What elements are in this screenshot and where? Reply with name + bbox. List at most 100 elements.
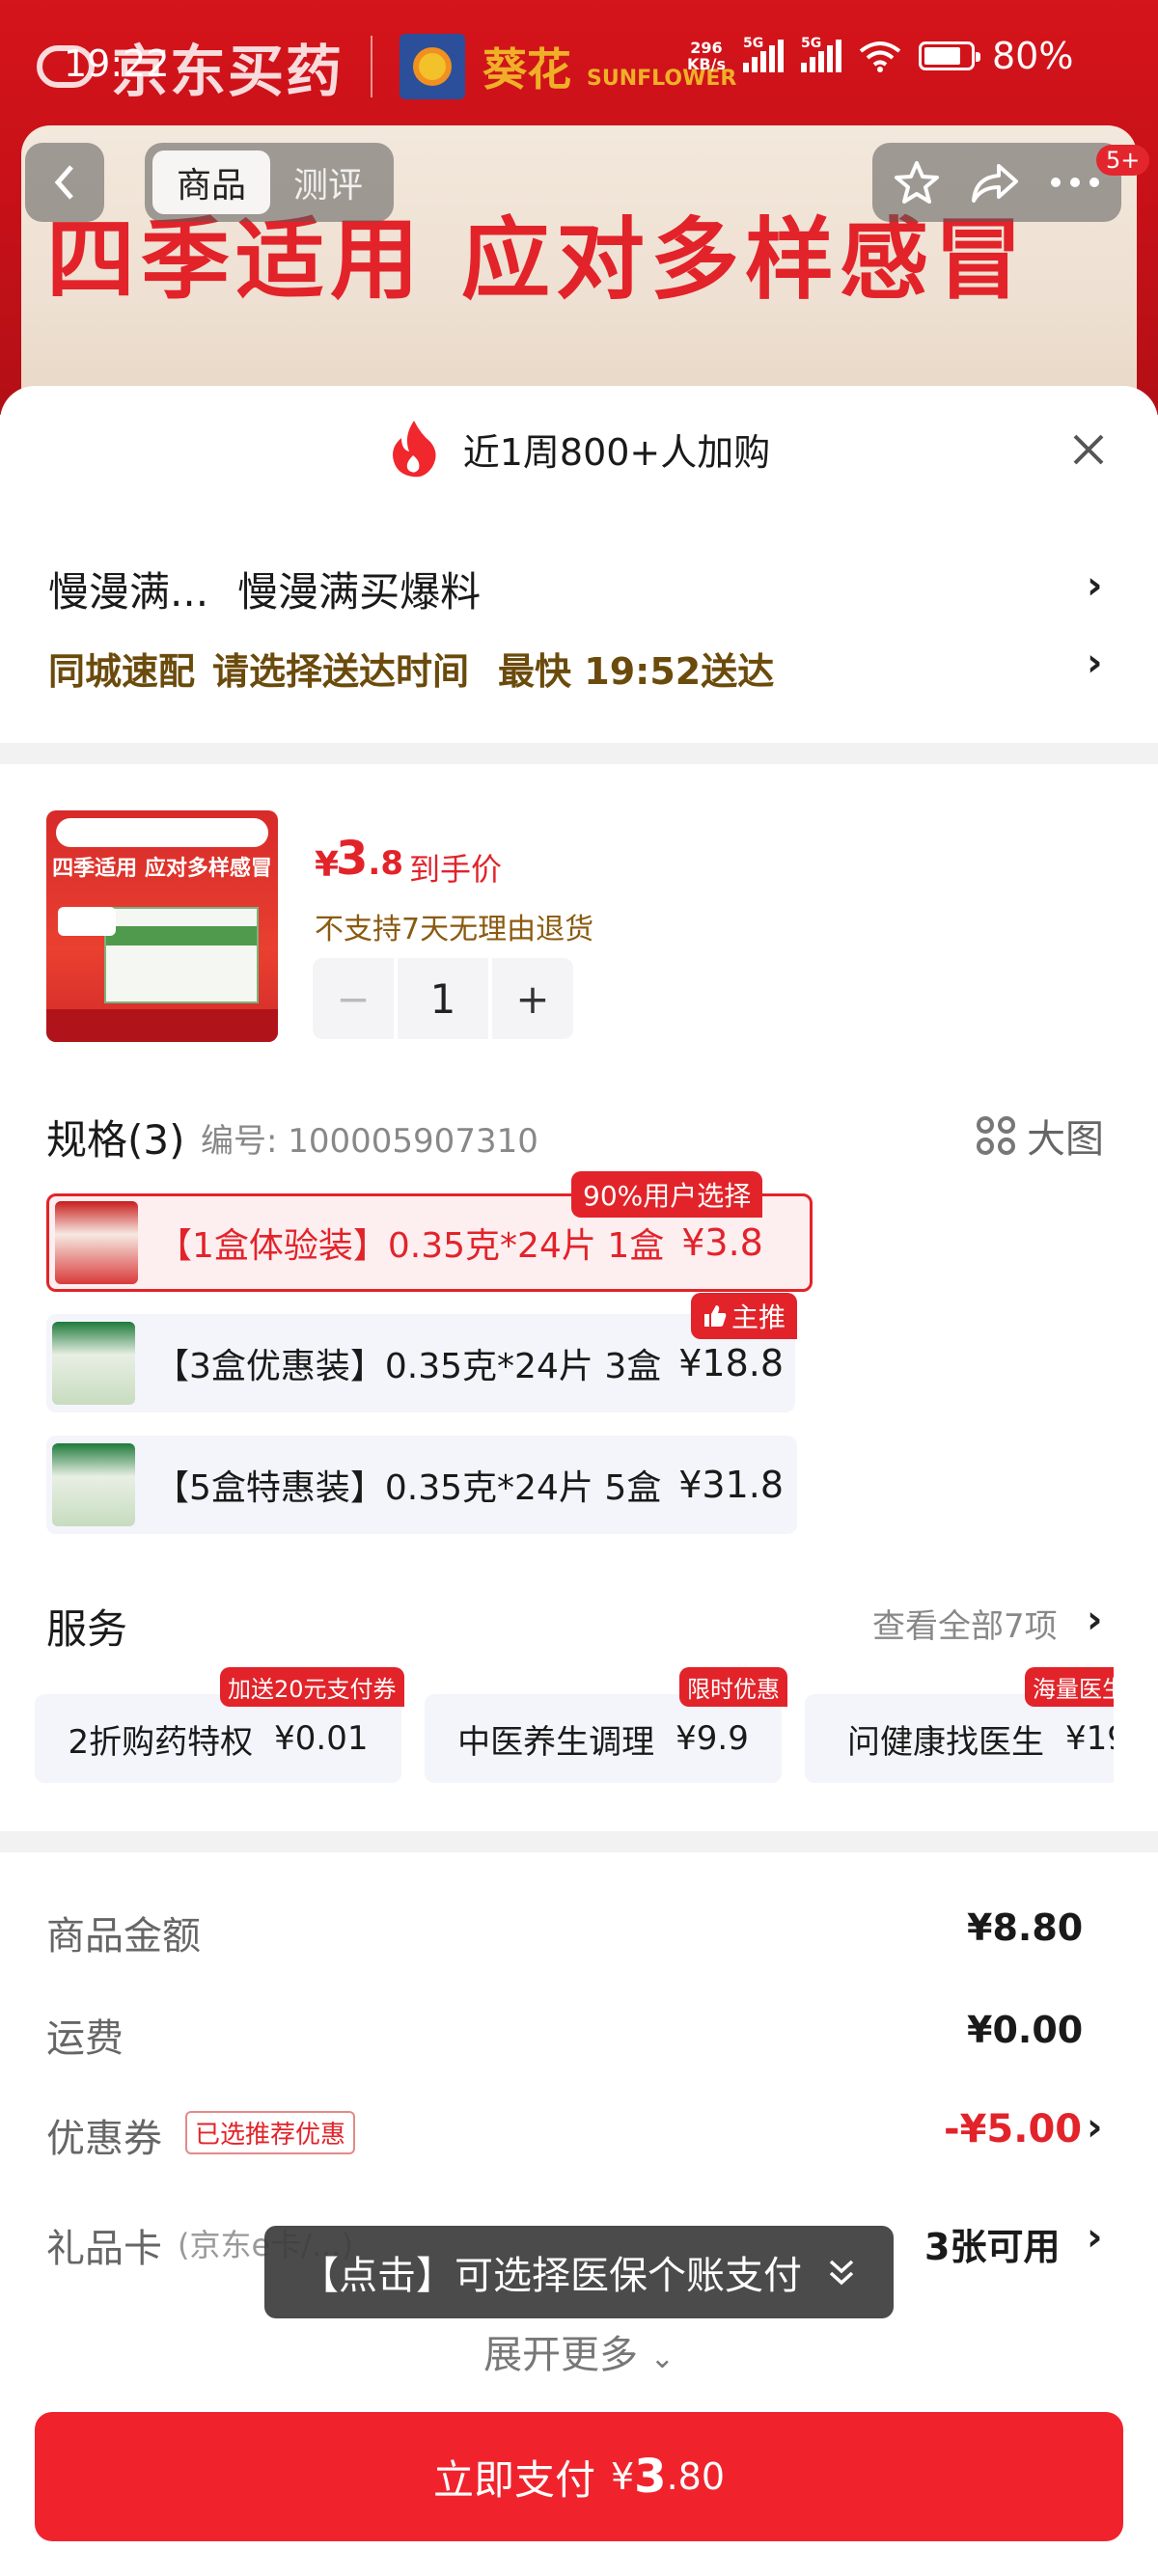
- medical-insurance-toast[interactable]: 【点击】可选择医保个账支付: [264, 2226, 894, 2318]
- pay-label: 立即支付: [432, 2455, 595, 2504]
- expand-more-button[interactable]: 展开更多 ⌄: [0, 2323, 1158, 2379]
- service-badge: 海量医生: [1025, 1667, 1114, 1707]
- product-image-header: [56, 818, 268, 847]
- service-price: ¥9.9: [676, 1719, 749, 1758]
- spec-thumbnail: [52, 1443, 135, 1526]
- chevron-right-icon[interactable]: ›: [1087, 1598, 1102, 1642]
- coupon-label: 优惠券: [46, 2117, 162, 2161]
- double-chevron-down-icon: [829, 2260, 854, 2286]
- brand-separator: [371, 36, 373, 97]
- spec-option-label: 【1盒体验装】0.35克*24片 1盒: [157, 1226, 665, 1266]
- service-label: 中医养生调理: [457, 1722, 655, 1762]
- chevron-left-icon: [54, 165, 73, 200]
- more-icon[interactable]: [1049, 176, 1101, 189]
- tab-goods[interactable]: 商品: [152, 151, 270, 214]
- pay-currency: ¥: [610, 2455, 635, 2498]
- flame-icon: [392, 421, 436, 478]
- service-badge: 限时优惠: [679, 1667, 787, 1707]
- price-decimal: .8: [368, 844, 403, 883]
- service-label: 2折购药特权: [68, 1722, 254, 1762]
- signal-2-icon: 5G: [800, 36, 841, 72]
- thumbs-up-icon: [704, 1305, 727, 1327]
- wifi-icon: [859, 41, 901, 72]
- sunflower-logo-icon: [400, 34, 466, 99]
- service-card-2[interactable]: 中医养生调理 ¥9.9: [425, 1694, 782, 1783]
- pay-now-button[interactable]: 立即支付 ¥ 3 .80: [35, 2412, 1123, 2541]
- increase-button[interactable]: +: [492, 958, 573, 1039]
- popular-choice-badge: 90%用户选择: [571, 1171, 763, 1218]
- grid-icon: [977, 1116, 1015, 1155]
- shipping-label: 运费: [46, 2016, 124, 2061]
- spec-option-price: ¥3.8: [681, 1221, 763, 1264]
- delivery-row[interactable]: 同城速配 请选择送达时间 最快 19:52送达: [48, 642, 774, 695]
- giftcard-value[interactable]: 3张可用: [924, 2217, 1060, 2270]
- pay-amount-integer: 3: [634, 2450, 667, 2504]
- toast-text: 【点击】可选择医保个账支付: [300, 2254, 802, 2298]
- spec-option-2[interactable]: 【3盒优惠装】0.35克*24片 3盒 ¥18.8: [46, 1314, 795, 1412]
- chevron-down-icon: ⌄: [649, 2342, 675, 2375]
- delivery-type: 同城速配: [48, 650, 196, 693]
- battery-icon: [918, 41, 980, 70]
- price-value: 3.8: [336, 832, 403, 886]
- recommended-badge-label: 主推: [731, 1302, 786, 1333]
- spec-thumbnail: [55, 1201, 138, 1284]
- product-image-slogan: 四季适用 应对多样感冒: [52, 857, 272, 881]
- service-label: 问健康找医生: [847, 1722, 1044, 1762]
- hot-purchase-row: 近1周800+人加购: [0, 415, 1158, 482]
- net-speed-unit: KB/s: [687, 55, 726, 73]
- chevron-right-icon[interactable]: ›: [1087, 641, 1102, 685]
- net-speed-value: 296: [690, 39, 723, 57]
- sim1-label: 5G: [742, 36, 764, 51]
- header-actions: [872, 143, 1121, 222]
- coupon-recommend-tag: 已选推荐优惠: [185, 2111, 356, 2154]
- decrease-button[interactable]: −: [313, 958, 394, 1039]
- promotion-label: 慢漫满...: [48, 568, 209, 616]
- quantity-stepper: − 1 +: [313, 958, 573, 1039]
- product-image-tag: [58, 907, 116, 936]
- recommended-badge: 主推: [691, 1293, 798, 1339]
- signal-icon: 5G: [742, 36, 784, 72]
- promotion-row[interactable]: 慢漫满... 慢漫满买爆料: [48, 560, 1110, 618]
- price-integer: 3: [336, 832, 369, 886]
- spec-option-price: ¥31.8: [678, 1464, 785, 1506]
- chevron-right-icon[interactable]: ›: [1087, 2105, 1102, 2150]
- battery-percent: 80%: [991, 35, 1074, 77]
- goods-amount-label: 商品金额: [46, 1914, 201, 1959]
- giftcard-label: 礼品卡: [46, 2227, 162, 2271]
- service-price: ¥0.01: [274, 1719, 369, 1758]
- spec-option-3[interactable]: 【5盒特惠装】0.35克*24片 5盒 ¥31.8: [46, 1436, 797, 1534]
- status-time: 19:22: [64, 42, 170, 85]
- sim2-label: 5G: [800, 36, 822, 51]
- service-badge: 加送20元支付券: [220, 1667, 404, 1707]
- star-icon[interactable]: [893, 158, 941, 206]
- no-return-notice: 不支持7天无理由退货: [315, 913, 594, 946]
- spec-thumbnail: [52, 1322, 135, 1405]
- chevron-right-icon[interactable]: ›: [1087, 563, 1102, 608]
- coupon-value[interactable]: -¥5.00: [944, 2107, 1082, 2151]
- services-carousel: 2折购药特权 ¥0.01 加送20元支付券 中医养生调理 ¥9.9 限时优惠 问健康…: [0, 1640, 1114, 1814]
- goods-amount-value: ¥8.80: [967, 1906, 1084, 1949]
- chevron-right-icon[interactable]: ›: [1087, 2215, 1102, 2260]
- delivery-fastest: 最快 19:52送达: [498, 650, 775, 693]
- status-indicators: 296 KB/s 5G 5G 80%: [687, 35, 1073, 77]
- share-icon[interactable]: [970, 160, 1020, 205]
- service-card-1[interactable]: 2折购药特权 ¥0.01: [35, 1694, 401, 1783]
- shipping-value: ¥0.00: [967, 2009, 1084, 2051]
- product-image[interactable]: 四季适用 应对多样感冒: [46, 810, 278, 1042]
- big-picture-label: 大图: [1027, 1117, 1104, 1162]
- product-box-image: [104, 907, 259, 1003]
- service-card-3[interactable]: 问健康找医生 ¥19: [805, 1694, 1114, 1783]
- partner-brand-cn: 葵花: [482, 43, 572, 96]
- big-picture-toggle[interactable]: 大图: [977, 1108, 1104, 1164]
- back-button[interactable]: [25, 143, 104, 222]
- section-divider: [0, 743, 1158, 764]
- tab-review[interactable]: 测评: [270, 157, 386, 207]
- service-price: ¥19: [1065, 1719, 1114, 1758]
- close-icon[interactable]: [1067, 428, 1110, 471]
- header-tabs: 商品 测评: [145, 143, 394, 222]
- pay-amount-decimal: .80: [666, 2455, 726, 2498]
- promotion-subtitle: 慢漫满买爆料: [237, 568, 482, 616]
- delivery-hint: 请选择送达时间: [212, 650, 470, 693]
- quantity-value[interactable]: 1: [398, 958, 488, 1039]
- product-code: 编号: 100005907310: [201, 1122, 538, 1161]
